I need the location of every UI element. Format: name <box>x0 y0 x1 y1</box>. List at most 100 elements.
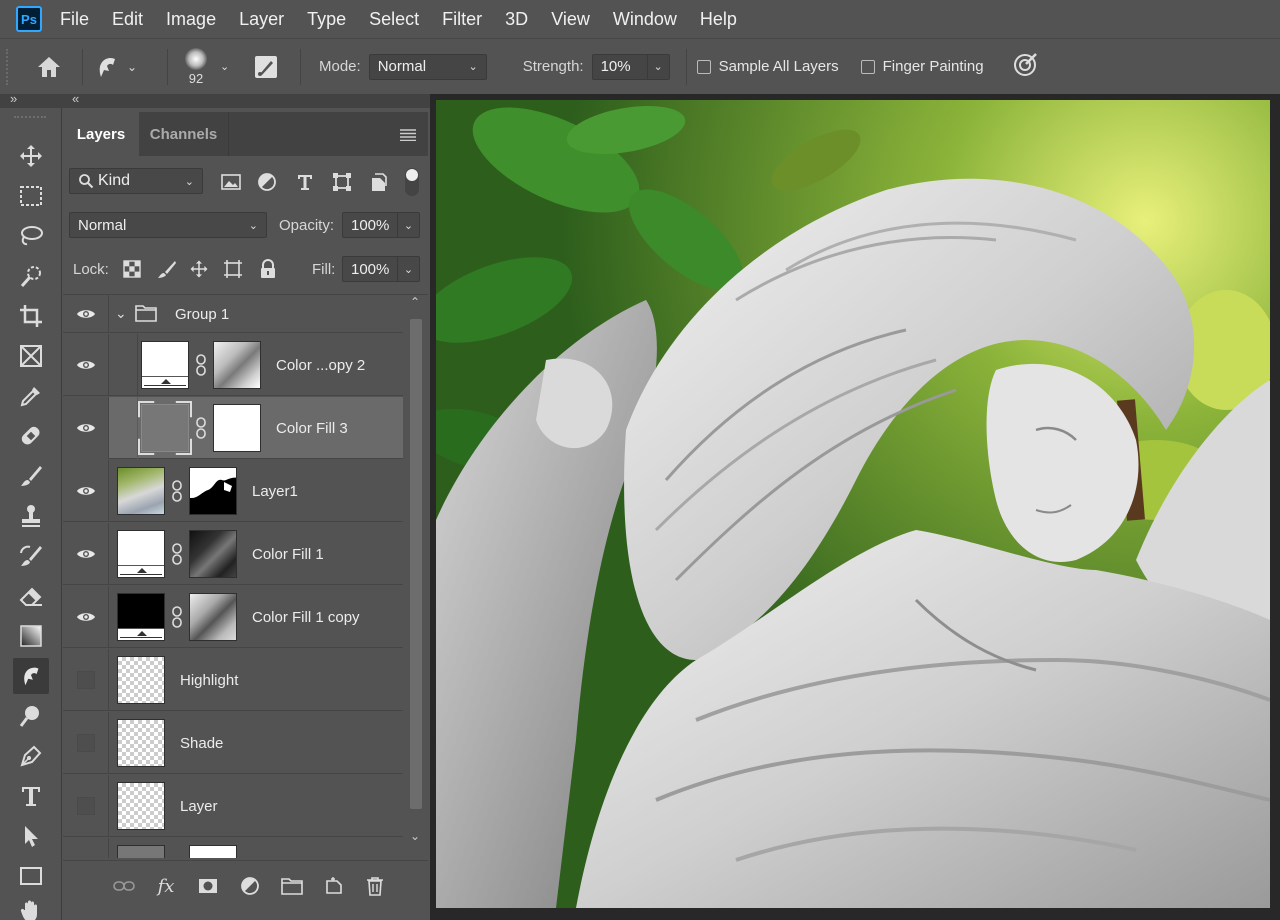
layer-mask-thumbnail[interactable] <box>189 845 237 858</box>
filter-pixel-button[interactable] <box>219 170 243 194</box>
photo-thumbnail[interactable] <box>117 467 165 515</box>
photoshop-logo[interactable]: Ps <box>16 6 42 32</box>
layer-row[interactable]: Color Fill 1 <box>63 523 403 585</box>
eraser-tool[interactable] <box>13 578 49 614</box>
lasso-tool[interactable] <box>13 218 49 254</box>
pen-tool[interactable] <box>13 738 49 774</box>
home-button[interactable] <box>26 47 72 87</box>
fill-layer-thumbnail[interactable] <box>117 530 165 578</box>
lock-all-button[interactable] <box>257 258 279 280</box>
sample-all-layers-checkbox[interactable] <box>696 59 711 74</box>
healing-brush-tool[interactable] <box>13 418 49 454</box>
fill-field[interactable]: 100% ⌄ <box>342 256 420 282</box>
brush-tool[interactable] <box>13 458 49 494</box>
filter-adjustment-button[interactable] <box>255 170 279 194</box>
hand-tool[interactable] <box>13 898 49 920</box>
options-grip[interactable] <box>6 48 14 85</box>
layer-row[interactable]: Color ...opy 2 <box>63 334 403 396</box>
scroll-thumb[interactable] <box>410 319 422 809</box>
filter-shape-button[interactable] <box>330 170 354 194</box>
visibility-toggle[interactable] <box>63 775 109 837</box>
fill-layer-thumbnail[interactable] <box>141 404 189 452</box>
filter-kind-dropdown[interactable]: Kind ⌄ <box>69 168 203 194</box>
layer-mask-thumbnail[interactable] <box>189 530 237 578</box>
new-layer-button[interactable] <box>321 873 347 899</box>
fill-dropdown-button[interactable]: ⌄ <box>397 257 419 281</box>
brush-settings-button[interactable] <box>242 54 290 80</box>
frame-tool[interactable] <box>13 338 49 374</box>
move-tool[interactable] <box>13 138 49 174</box>
rectangle-tool[interactable] <box>13 858 49 894</box>
link-icon[interactable] <box>195 354 207 376</box>
type-tool[interactable] <box>13 778 49 814</box>
link-icon[interactable] <box>195 417 207 439</box>
menu-3d[interactable]: 3D <box>505 9 528 30</box>
eyedropper-tool[interactable] <box>13 378 49 414</box>
transparent-layer-thumbnail[interactable] <box>117 782 165 830</box>
layer-row[interactable]: Layer <box>63 775 403 837</box>
path-select-tool[interactable] <box>13 818 49 854</box>
expand-toolbar-button[interactable]: » <box>10 91 17 106</box>
history-brush-tool[interactable] <box>13 538 49 574</box>
crop-tool[interactable] <box>13 298 49 334</box>
layer-row-selected[interactable]: Color Fill 3 <box>63 397 403 459</box>
layer-mask-thumbnail[interactable] <box>189 593 237 641</box>
visibility-toggle[interactable] <box>63 649 109 711</box>
menu-help[interactable]: Help <box>700 9 737 30</box>
lock-transparent-button[interactable] <box>121 258 143 280</box>
link-icon[interactable] <box>171 543 183 565</box>
blend-mode-dropdown[interactable]: Normal ⌄ <box>69 212 267 238</box>
filter-smart-object-button[interactable] <box>367 170 391 194</box>
collapse-panels-button[interactable]: « <box>72 91 79 106</box>
menu-image[interactable]: Image <box>166 9 216 30</box>
opacity-dropdown-button[interactable]: ⌄ <box>397 213 419 237</box>
pressure-button[interactable] <box>1012 50 1042 83</box>
gradient-tool[interactable] <box>13 618 49 654</box>
fill-layer-thumbnail[interactable] <box>117 845 165 858</box>
layer-style-button[interactable]: fx <box>153 873 179 899</box>
filter-type-button[interactable] <box>293 170 317 194</box>
menu-select[interactable]: Select <box>369 9 419 30</box>
layer-group-row[interactable]: ⌄ Group 1 <box>63 295 403 333</box>
scroll-down-chevron-icon[interactable]: ⌄ <box>410 829 420 843</box>
document-canvas[interactable] <box>436 100 1270 908</box>
tab-layers[interactable]: Layers <box>63 112 139 156</box>
visibility-toggle[interactable] <box>63 334 109 396</box>
add-mask-button[interactable] <box>195 873 221 899</box>
visibility-toggle[interactable] <box>63 838 109 858</box>
menu-window[interactable]: Window <box>613 9 677 30</box>
mode-dropdown[interactable]: Normal ⌄ <box>368 53 487 80</box>
new-group-button[interactable] <box>279 873 305 899</box>
new-adjustment-button[interactable] <box>237 873 263 899</box>
delete-layer-button[interactable] <box>362 873 388 899</box>
link-layers-button[interactable] <box>111 873 137 899</box>
fill-layer-thumbnail[interactable] <box>117 593 165 641</box>
layer-row[interactable]: Layer1 <box>63 460 403 522</box>
strength-dropdown-button[interactable]: ⌄ <box>646 54 669 79</box>
visibility-toggle[interactable] <box>63 712 109 774</box>
group-expand-chevron-icon[interactable]: ⌄ <box>115 305 127 322</box>
layer-row[interactable]: Shade <box>63 712 403 774</box>
transparent-layer-thumbnail[interactable] <box>117 719 165 767</box>
link-icon[interactable] <box>171 480 183 502</box>
smudge-tool[interactable] <box>13 658 49 694</box>
finger-painting-checkbox[interactable] <box>860 59 875 74</box>
marquee-tool[interactable] <box>13 178 49 214</box>
menu-edit[interactable]: Edit <box>112 9 143 30</box>
dodge-tool[interactable] <box>13 698 49 734</box>
layers-scrollbar[interactable]: ⌃ ⌄ <box>404 295 428 847</box>
visibility-toggle[interactable] <box>63 295 109 333</box>
quick-select-tool[interactable] <box>13 258 49 294</box>
layer-row[interactable]: Color Fill 1 copy <box>63 586 403 648</box>
panel-menu-button[interactable] <box>400 128 416 142</box>
tab-channels[interactable]: Channels <box>139 112 229 156</box>
link-icon[interactable] <box>171 606 183 628</box>
clone-stamp-tool[interactable] <box>13 498 49 534</box>
layer-mask-thumbnail[interactable] <box>213 341 261 389</box>
menu-view[interactable]: View <box>551 9 590 30</box>
menu-filter[interactable]: Filter <box>442 9 482 30</box>
layer-row[interactable]: Highlight <box>63 649 403 711</box>
layer-mask-thumbnail[interactable] <box>189 467 237 515</box>
filter-toggle[interactable] <box>405 168 419 196</box>
layer-row-partial[interactable] <box>63 838 403 858</box>
